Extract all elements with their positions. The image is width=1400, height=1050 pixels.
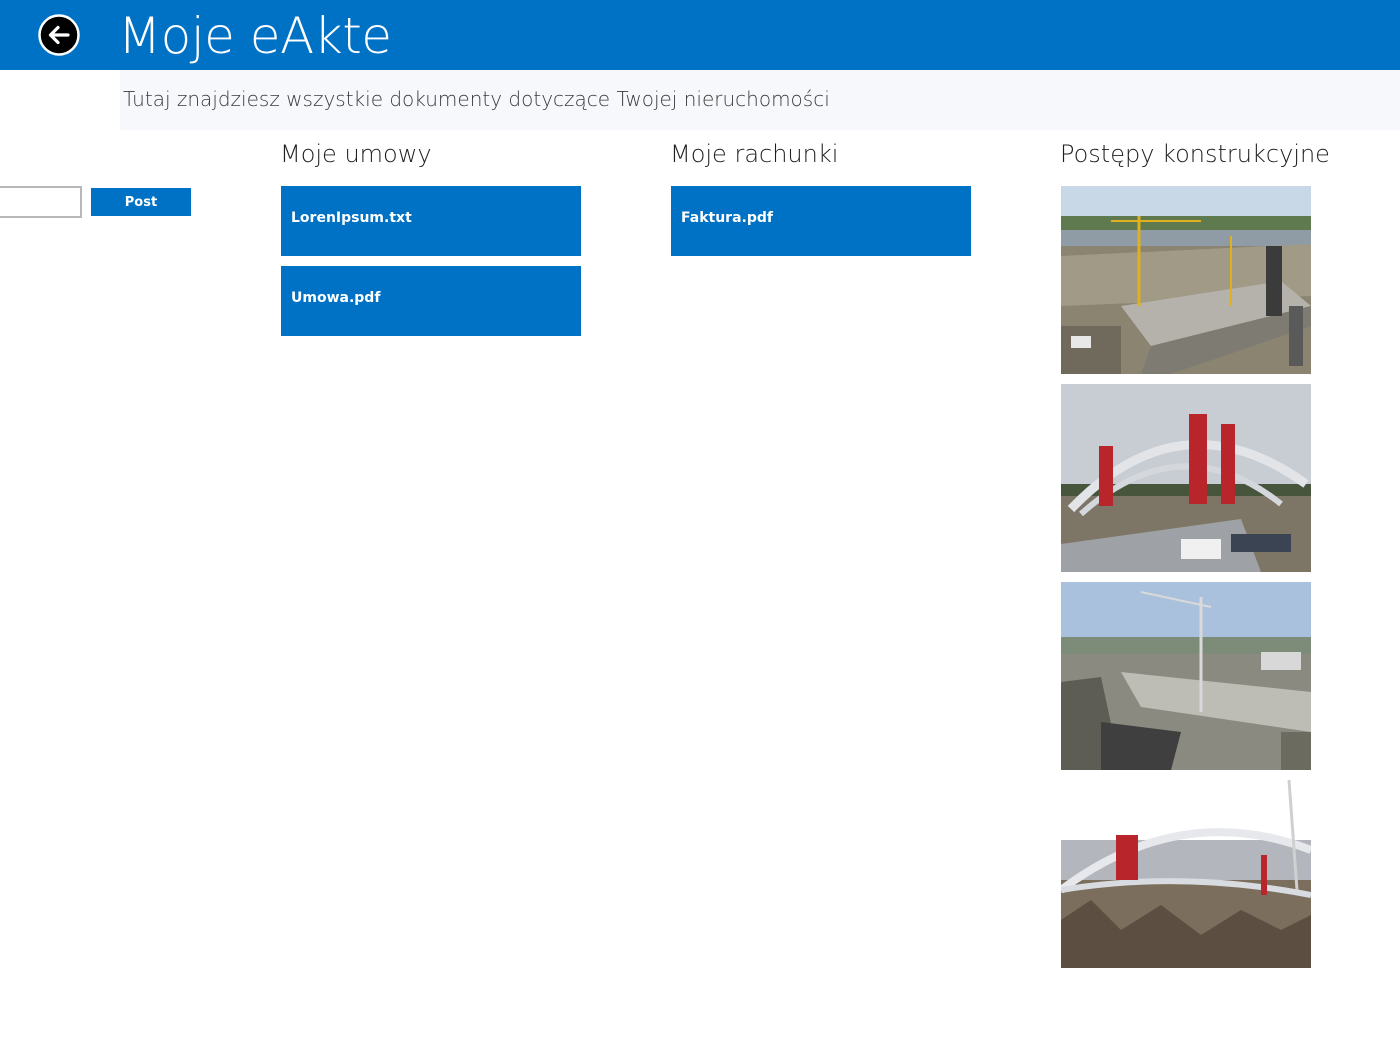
invoice-tile[interactable]: Faktura.pdf [671,186,971,256]
subtitle-bar: Tutaj znajdziesz wszystkie dokumenty dot… [120,70,1400,130]
page-subtitle: Tutaj znajdziesz wszystkie dokumenty dot… [123,87,830,111]
back-button[interactable] [38,14,80,56]
construction-photo[interactable] [1061,186,1311,374]
document-tile[interactable]: Umowa.pdf [281,266,581,336]
document-tile-label: Umowa.pdf [291,290,381,306]
arrow-left-circle-icon [38,14,80,56]
progress-section-title: Postępy konstrukcyjne [1060,140,1330,168]
document-tile-label: LorenIpsum.txt [291,210,412,226]
construction-photo[interactable] [1061,780,1311,968]
document-tile[interactable]: LorenIpsum.txt [281,186,581,256]
construction-photo[interactable] [1061,384,1311,572]
invoice-tile-label: Faktura.pdf [681,210,773,226]
construction-photo[interactable] [1061,582,1311,770]
post-input[interactable] [0,186,82,218]
page-title: Moje eAkte [118,7,392,65]
invoices-section-title: Moje rachunki [670,140,839,168]
app-header: Moje eAkte [0,0,1400,70]
post-button[interactable]: Post [91,188,191,216]
contracts-section-title: Moje umowy [280,140,432,168]
